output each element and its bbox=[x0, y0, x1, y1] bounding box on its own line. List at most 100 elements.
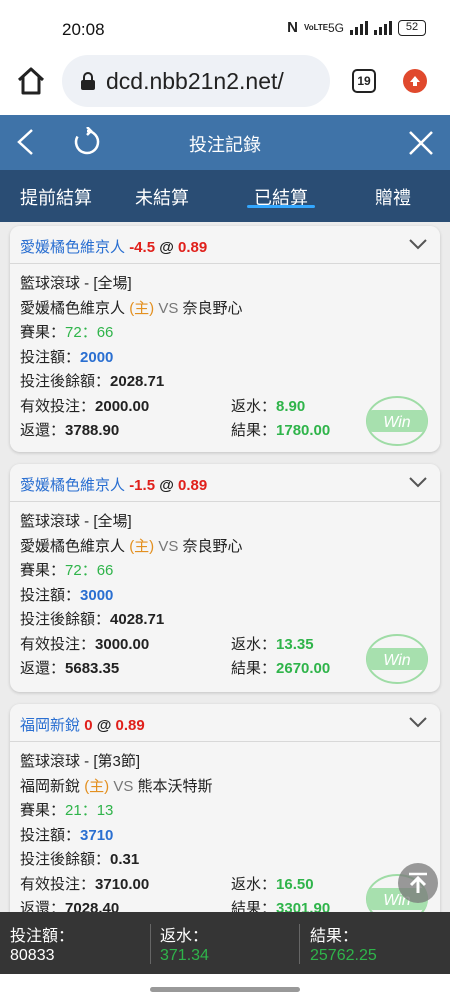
returned-value: 5683.35 bbox=[65, 660, 120, 677]
balance-value: 0.31 bbox=[110, 851, 140, 868]
close-icon[interactable] bbox=[406, 128, 436, 158]
bet-card-body: 籃球滾球 - [全場] 愛媛橘色維京人 (主) VS 奈良野心 賽果：72：66… bbox=[10, 264, 440, 446]
chevron-down-icon[interactable] bbox=[408, 475, 428, 489]
effective-value: 3710.00 bbox=[95, 875, 150, 893]
chevron-down-icon[interactable] bbox=[408, 237, 428, 251]
bet-card-header[interactable]: 福岡新銳 0 @ 0.89 bbox=[10, 704, 440, 742]
bet-stake-row: 投注額：3710 bbox=[20, 824, 430, 849]
tab-early-settle[interactable]: 提前結算 bbox=[20, 184, 92, 210]
effective-label: 有效投注： bbox=[20, 635, 96, 653]
signal-icon bbox=[350, 20, 368, 35]
svg-text:Win: Win bbox=[383, 652, 411, 669]
bet-stake-row: 投注額：3000 bbox=[20, 584, 430, 609]
bet-selection-line: 愛媛橘色維京人 -1.5 @ 0.89 bbox=[20, 474, 207, 495]
bet-balance-row: 投注後餘額：0.31 bbox=[20, 848, 430, 873]
home-mark: (主) bbox=[84, 777, 110, 795]
returned-label: 返還： bbox=[20, 900, 66, 912]
score-label: 賽果： bbox=[20, 562, 66, 579]
balance-label: 投注後餘額： bbox=[20, 373, 111, 390]
rebate-label: 返水： bbox=[231, 397, 277, 415]
balance-label: 投注後餘額： bbox=[20, 851, 111, 868]
result-label: 結果： bbox=[231, 422, 277, 439]
footer-divider bbox=[150, 924, 151, 964]
total-rebate-label: 返水： bbox=[160, 928, 209, 945]
bet-matchup: 愛媛橘色維京人 (主) VS 奈良野心 bbox=[20, 535, 430, 560]
stake-value: 3710 bbox=[80, 826, 114, 844]
effective-value: 3000.00 bbox=[95, 635, 150, 653]
total-result: 結果： 25762.25 bbox=[310, 922, 377, 965]
bet-odds: 0.89 bbox=[178, 477, 208, 494]
home-indicator[interactable] bbox=[150, 987, 300, 992]
bet-odds: 0.89 bbox=[178, 239, 208, 256]
returned-label: 返還： bbox=[20, 422, 66, 439]
rebate-value: 8.90 bbox=[276, 397, 306, 415]
gesture-bar bbox=[0, 974, 450, 1000]
score-value: 72：66 bbox=[65, 324, 114, 341]
returned-label: 返還： bbox=[20, 660, 66, 677]
rebate-label: 返水： bbox=[231, 635, 277, 653]
status-icons: N VoLTE 5G 52 bbox=[287, 19, 426, 36]
bet-score-row: 賽果：72：66 bbox=[20, 321, 430, 346]
total-result-value: 25762.25 bbox=[310, 947, 377, 964]
score-label: 賽果： bbox=[20, 802, 66, 819]
bet-list[interactable]: 愛媛橘色維京人 -4.5 @ 0.89 籃球滾球 - [全場] 愛媛橘色維京人 … bbox=[0, 222, 450, 912]
bet-card: 愛媛橘色維京人 -1.5 @ 0.89 籃球滾球 - [全場] 愛媛橘色維京人 … bbox=[10, 464, 440, 692]
summary-footer: 投注額： 80833 返水： 371.34 結果： 25762.25 bbox=[0, 912, 450, 974]
tab-unsettled[interactable]: 未結算 bbox=[135, 184, 189, 210]
bet-balance-row: 投注後餘額：4028.71 bbox=[20, 608, 430, 633]
returned-value: 3788.90 bbox=[65, 422, 120, 439]
win-badge-icon: Win bbox=[366, 634, 428, 684]
returned-value: 7028.40 bbox=[65, 900, 120, 912]
bet-selection: 福岡新銳 bbox=[20, 717, 81, 734]
bet-selection-line: 福岡新銳 0 @ 0.89 bbox=[20, 714, 145, 735]
home-icon[interactable] bbox=[14, 64, 48, 98]
at-symbol: @ bbox=[159, 239, 174, 256]
vs-label: VS bbox=[158, 299, 179, 317]
total-result-label: 結果： bbox=[310, 928, 359, 945]
chevron-down-icon[interactable] bbox=[408, 715, 428, 729]
balance-label: 投注後餘額： bbox=[20, 611, 111, 628]
arrow-up-icon bbox=[409, 872, 427, 893]
result-value: 1780.00 bbox=[276, 422, 331, 439]
tab-switcher-button[interactable]: 19 bbox=[352, 69, 376, 93]
stake-label: 投注額： bbox=[20, 826, 81, 844]
scroll-top-button[interactable] bbox=[398, 863, 438, 903]
address-bar[interactable]: dcd.nbb21n2.net/ bbox=[62, 55, 330, 107]
bet-balance-row: 投注後餘額：2028.71 bbox=[20, 370, 430, 395]
bet-market: 籃球滾球 - [第3節] bbox=[20, 753, 141, 770]
bet-card-header[interactable]: 愛媛橘色維京人 -4.5 @ 0.89 bbox=[10, 226, 440, 264]
bet-selection: 愛媛橘色維京人 bbox=[20, 477, 126, 494]
tab-bar: 提前結算 未結算 已結算 贈禮 bbox=[0, 170, 450, 222]
app-header: 投注記錄 bbox=[0, 115, 450, 170]
home-team: 福岡新銳 bbox=[20, 777, 81, 795]
home-mark: (主) bbox=[129, 299, 155, 317]
home-team: 愛媛橘色維京人 bbox=[20, 299, 126, 317]
bet-market: 籃球滾球 - [全場] bbox=[20, 275, 132, 292]
rebate-value: 16.50 bbox=[276, 875, 314, 893]
away-team: 奈良野心 bbox=[182, 537, 243, 555]
effective-label: 有效投注： bbox=[20, 397, 96, 415]
win-badge-icon: Win bbox=[366, 396, 428, 446]
at-symbol: @ bbox=[159, 477, 174, 494]
signal-2-icon bbox=[374, 20, 392, 35]
update-icon[interactable] bbox=[403, 69, 427, 93]
bet-matchup: 福岡新銳 (主) VS 熊本沃特斯 bbox=[20, 775, 430, 800]
bet-handicap: 0 bbox=[84, 717, 93, 734]
vs-label: VS bbox=[158, 537, 179, 555]
volte-icon: VoLTE bbox=[303, 22, 329, 32]
effective-label: 有效投注： bbox=[20, 875, 96, 893]
total-rebate-value: 371.34 bbox=[160, 947, 209, 964]
rebate-label: 返水： bbox=[231, 875, 277, 893]
page-title: 投注記錄 bbox=[189, 135, 261, 155]
result-label: 結果： bbox=[231, 660, 277, 677]
status-bar: 20:08 N VoLTE 5G 52 bbox=[0, 0, 450, 52]
bet-selection-line: 愛媛橘色維京人 -4.5 @ 0.89 bbox=[20, 236, 207, 257]
tab-gifts[interactable]: 贈禮 bbox=[375, 184, 411, 210]
stake-value: 2000 bbox=[80, 348, 114, 366]
home-team: 愛媛橘色維京人 bbox=[20, 537, 126, 555]
url-text: dcd.nbb21n2.net/ bbox=[106, 67, 284, 94]
effective-value: 2000.00 bbox=[95, 397, 150, 415]
bet-card-header[interactable]: 愛媛橘色維京人 -1.5 @ 0.89 bbox=[10, 464, 440, 502]
total-stake-value: 80833 bbox=[10, 947, 55, 964]
stake-value: 3000 bbox=[80, 586, 114, 604]
